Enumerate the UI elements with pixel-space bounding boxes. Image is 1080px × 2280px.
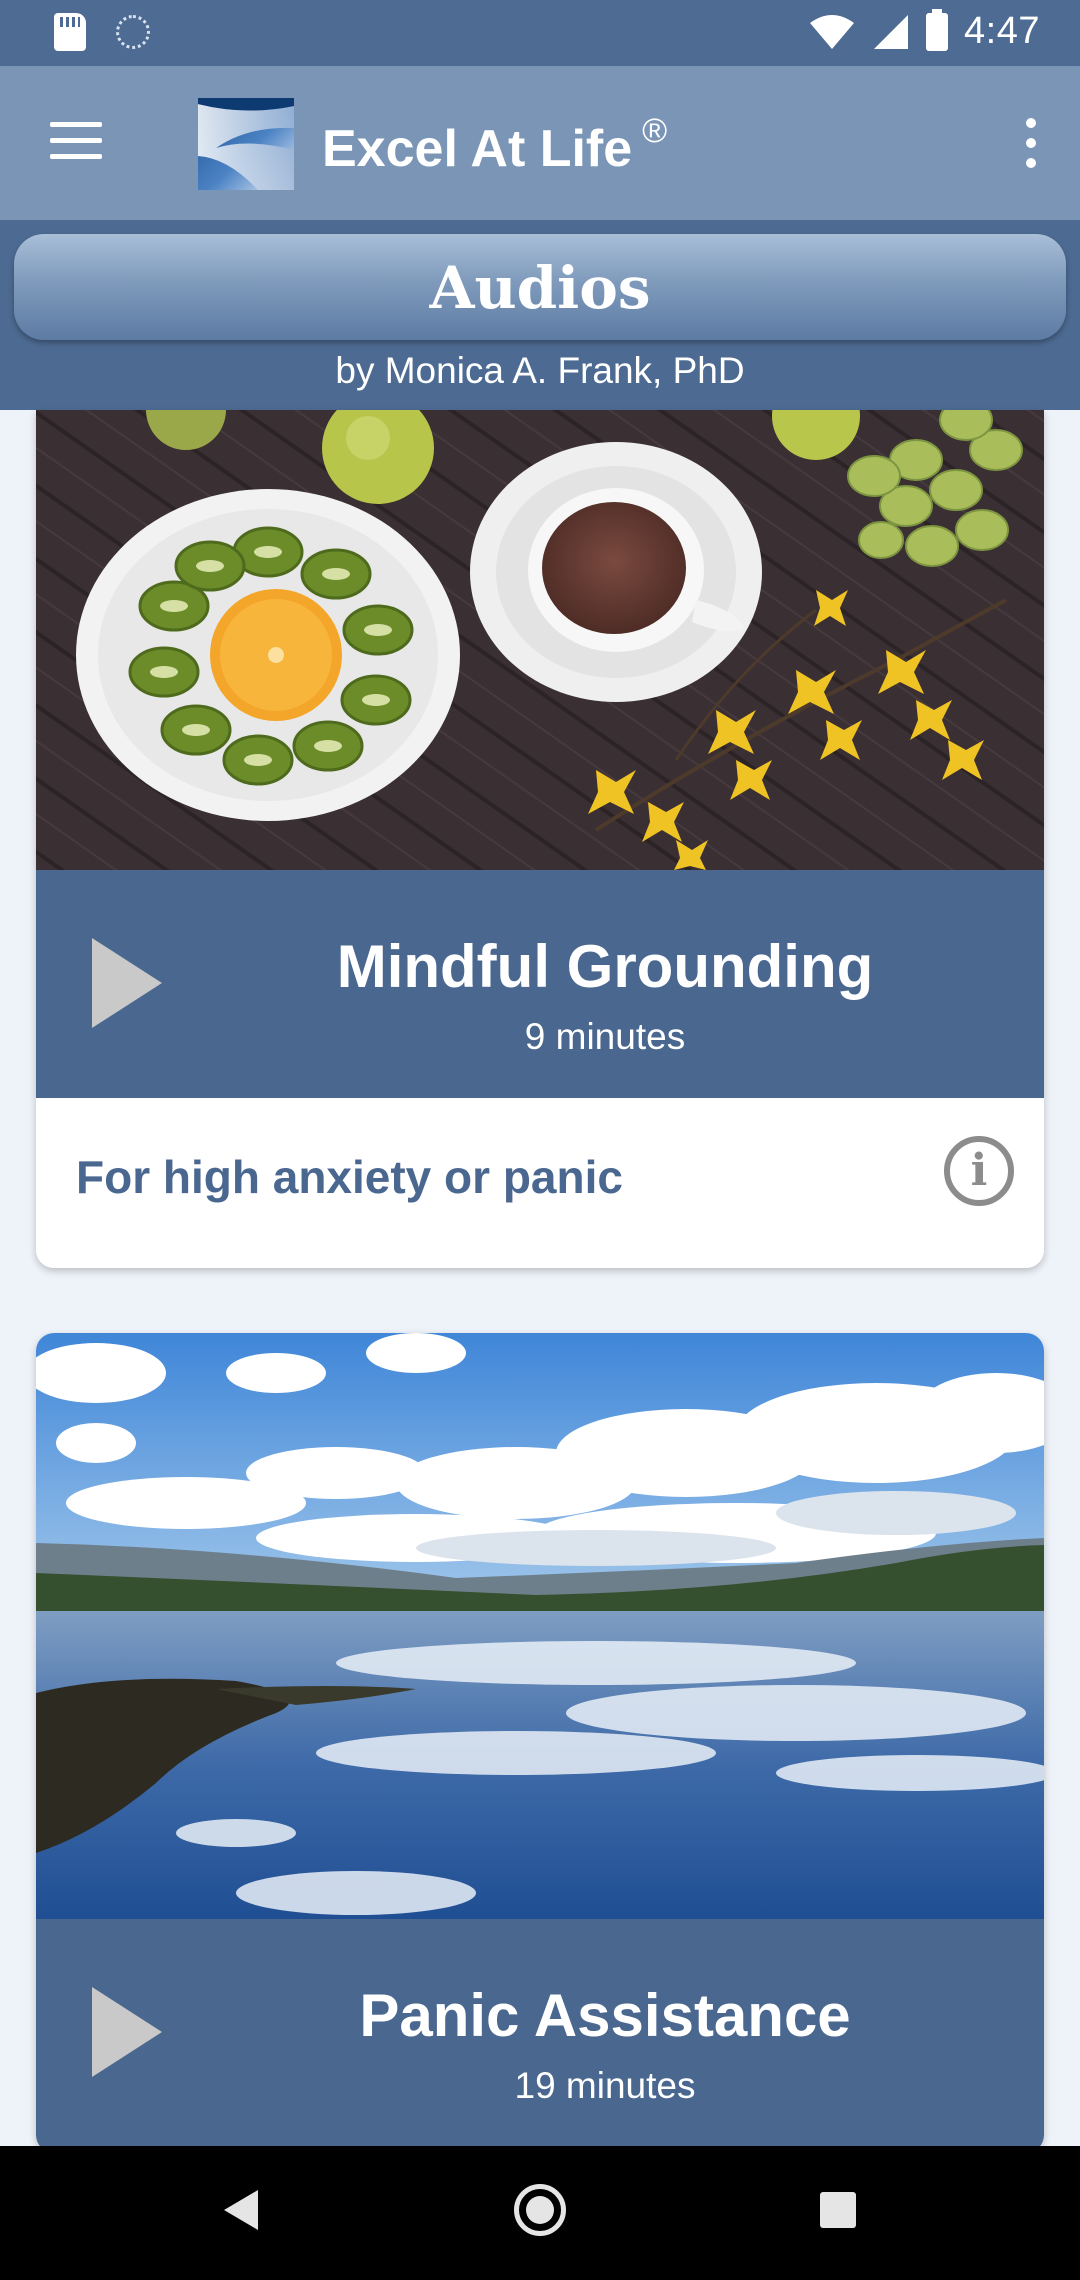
- author-byline: by Monica A. Frank, PhD: [335, 350, 745, 391]
- cell-signal-icon: [874, 14, 909, 49]
- battery-icon: [926, 8, 949, 51]
- player-band: Panic Assistance 19 minutes: [36, 1919, 1044, 2147]
- page-title: Audios: [429, 254, 651, 322]
- track-duration: 19 minutes: [514, 2065, 696, 2106]
- track-description: For high anxiety or panic: [76, 1151, 623, 1203]
- home-icon[interactable]: [514, 2184, 566, 2236]
- description-row: For high anxiety or panic i: [36, 1098, 1044, 1268]
- audios-title-banner: Audios: [14, 234, 1066, 340]
- audio-card-mindful-grounding: Mindful Grounding 9 minutes For high anx…: [36, 410, 1044, 1268]
- back-icon[interactable]: [224, 2190, 258, 2230]
- track-title: Mindful Grounding: [336, 933, 874, 1000]
- status-bar: 4:47: [0, 0, 1080, 66]
- app-bar: Excel At Life ®: [0, 66, 1080, 220]
- app-title: Excel At Life ®: [322, 112, 667, 179]
- app-title-text: Excel At Life: [322, 120, 633, 178]
- info-icon[interactable]: i: [944, 1136, 1014, 1206]
- play-icon[interactable]: [92, 938, 162, 1028]
- sd-card-icon: [54, 13, 86, 51]
- audio-card-panic-assistance: Panic Assistance 19 minutes: [36, 1333, 1044, 2153]
- player-band: Mindful Grounding 9 minutes: [36, 870, 1044, 1098]
- recents-icon[interactable]: [820, 2192, 856, 2228]
- track-duration: 9 minutes: [524, 1016, 686, 1057]
- status-time: 4:47: [964, 10, 1040, 52]
- track-title: Panic Assistance: [359, 1982, 851, 2049]
- header-panel: Audios by Monica A. Frank, PhD: [0, 220, 1080, 410]
- sync-icon: [116, 15, 150, 49]
- overflow-menu-icon[interactable]: [1024, 118, 1038, 168]
- app-logo: [198, 98, 294, 190]
- hamburger-menu-icon[interactable]: [50, 122, 102, 162]
- registered-mark: ®: [642, 112, 668, 150]
- system-navigation-bar: [0, 2146, 1080, 2280]
- wifi-icon: [810, 14, 855, 49]
- fruit-and-tea-photo: [36, 410, 1044, 870]
- play-icon[interactable]: [92, 1987, 162, 2077]
- lake-landscape-photo: [36, 1333, 1044, 1919]
